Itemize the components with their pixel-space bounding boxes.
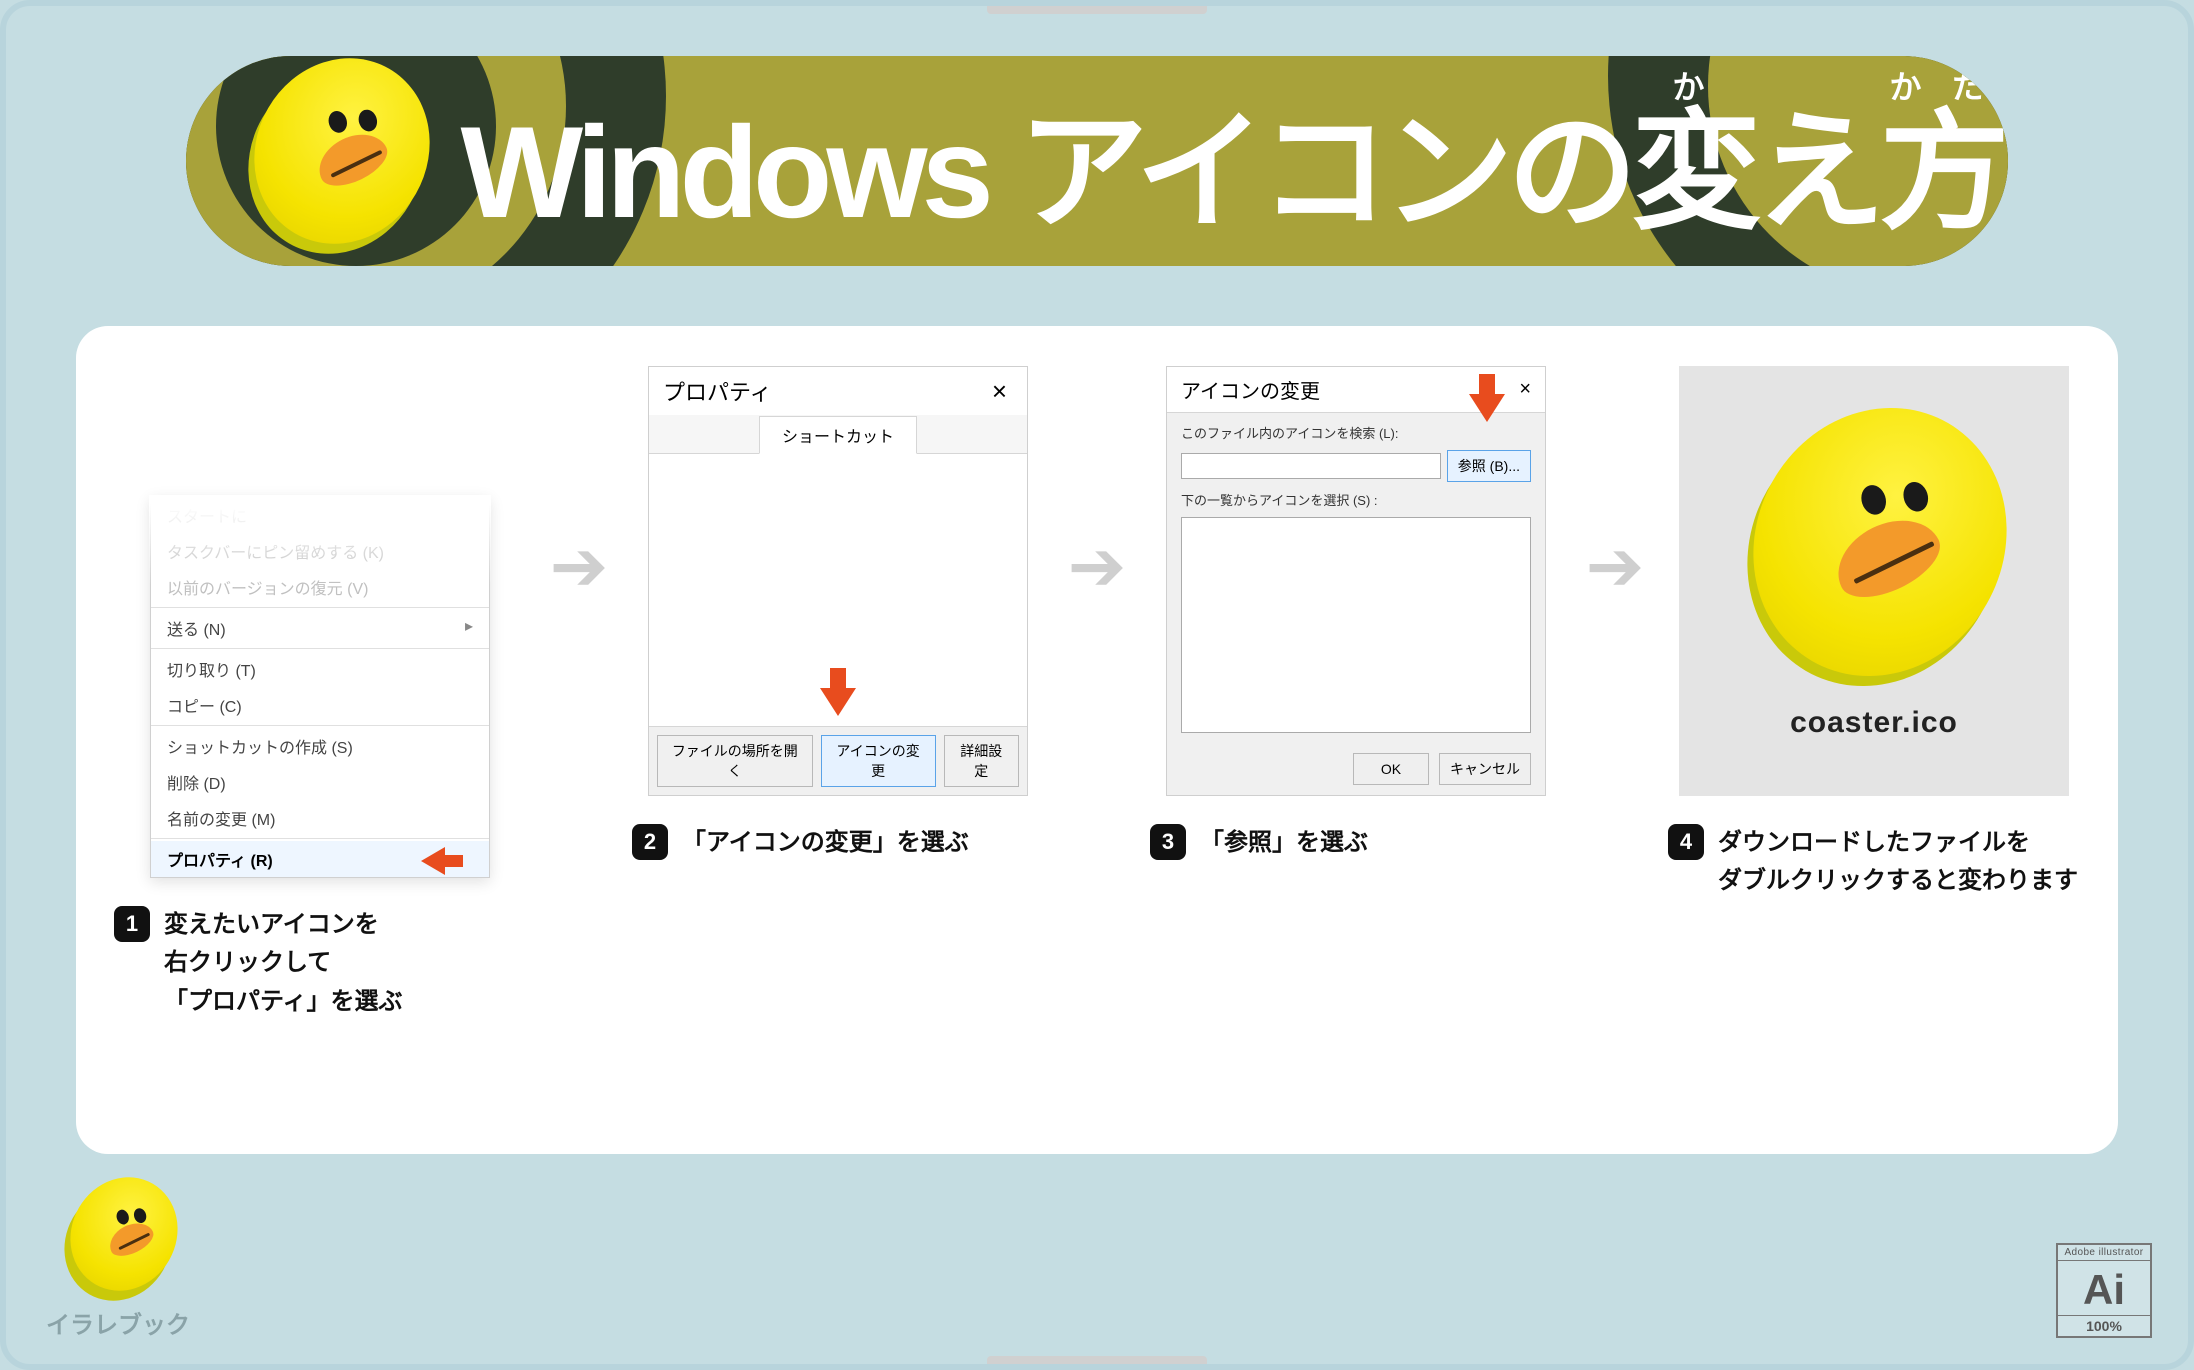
context-menu-item[interactable]: 以前のバージョンの復元 (V)	[151, 569, 489, 605]
footer-brand-text: イラレブック	[46, 1305, 190, 1340]
step-number-badge: 4	[1668, 824, 1704, 860]
step-caption: 「参照」を選ぶ	[1200, 824, 1368, 862]
context-menu-delete[interactable]: 削除 (D)	[151, 764, 489, 800]
step-1: スタートに タスクバーにピン留めする (K) 以前のバージョンの復元 (V) 送…	[106, 366, 534, 1021]
context-menu-cut[interactable]: 切り取り (T)	[151, 651, 489, 687]
footer-brand: イラレブック	[46, 1189, 190, 1340]
step-4: coaster.ico 4 ダウンロードしたファイルを ダブルクリックすると変わ…	[1660, 366, 2088, 901]
icon-path-input[interactable]	[1181, 453, 1441, 479]
advanced-button[interactable]: 詳細設定	[944, 735, 1019, 787]
step-caption: 「アイコンの変更」を選ぶ	[682, 824, 969, 862]
ai-zoom-badge: Adobe illustrator Ai 100%	[2056, 1243, 2152, 1338]
tab-shortcut[interactable]: ショートカット	[759, 416, 917, 454]
file-name: coaster.ico	[1790, 706, 1958, 740]
context-menu-create-shortcut[interactable]: ショットカットの作成 (S)	[151, 728, 489, 764]
result-file-card[interactable]: coaster.ico	[1679, 366, 2069, 796]
coaster-icon	[246, 71, 426, 251]
flow-arrow-icon: ➔	[544, 366, 614, 766]
banner-title-text: Windows アイコンの変かえ方かた	[456, 67, 2008, 255]
context-menu-send-to[interactable]: 送る (N) ▸	[151, 610, 489, 646]
context-menu-properties[interactable]: プロパティ (R)	[151, 841, 489, 877]
arrow-down-icon	[1469, 394, 1505, 422]
label-search-in-file: このファイル内のアイコンを検索 (L):	[1181, 423, 1531, 442]
dialog-title: プロパティ	[663, 375, 772, 407]
coaster-icon	[1744, 422, 2004, 682]
context-menu-item[interactable]: タスクバーにピン留めする (K)	[151, 533, 489, 569]
step-caption: 変えたいアイコンを 右クリックして 「プロパティ」を選ぶ	[164, 906, 403, 1021]
step-2: プロパティ × ショートカット ファイルの場所を開く アイコンの変更 詳細設定 …	[624, 366, 1052, 862]
title-banner: Windows アイコンの変かえ方かた	[186, 56, 2008, 266]
context-menu-rename[interactable]: 名前の変更 (M)	[151, 800, 489, 836]
change-icon-dialog: アイコンの変更 × このファイル内のアイコンを検索 (L): 参照 (B)...…	[1166, 366, 1546, 796]
window-bottom-handle	[987, 1356, 1207, 1364]
ok-button[interactable]: OK	[1353, 753, 1429, 785]
open-file-location-button[interactable]: ファイルの場所を開く	[657, 735, 813, 787]
change-icon-button[interactable]: アイコンの変更	[821, 735, 936, 787]
close-icon[interactable]: ×	[986, 376, 1013, 407]
arrow-left-icon	[421, 847, 445, 875]
browse-button[interactable]: 参照 (B)...	[1447, 450, 1531, 482]
coaster-icon	[63, 1189, 173, 1299]
cancel-button[interactable]: キャンセル	[1439, 753, 1531, 785]
label-select-from-list: 下の一覧からアイコンを選択 (S) :	[1181, 490, 1531, 509]
ai-zoom-level: 100%	[2058, 1315, 2150, 1336]
arrow-down-icon	[820, 688, 856, 716]
submenu-indicator-icon: ▸	[465, 616, 473, 636]
dialog-title: アイコンの変更	[1181, 375, 1320, 404]
steps-panel: スタートに タスクバーにピン留めする (K) 以前のバージョンの復元 (V) 送…	[76, 326, 2118, 1154]
window-top-handle	[987, 6, 1207, 14]
context-menu: スタートに タスクバーにピン留めする (K) 以前のバージョンの復元 (V) 送…	[150, 496, 490, 878]
context-menu-item[interactable]: スタートに	[151, 497, 489, 533]
step-number-badge: 2	[632, 824, 668, 860]
close-icon[interactable]: ×	[1519, 378, 1531, 401]
properties-dialog: プロパティ × ショートカット ファイルの場所を開く アイコンの変更 詳細設定	[648, 366, 1028, 796]
flow-arrow-icon: ➔	[1580, 366, 1650, 766]
step-3: アイコンの変更 × このファイル内のアイコンを検索 (L): 参照 (B)...…	[1142, 366, 1570, 862]
context-menu-copy[interactable]: コピー (C)	[151, 687, 489, 723]
flow-arrow-icon: ➔	[1062, 366, 1132, 766]
ai-brand-label: Adobe illustrator	[2058, 1245, 2150, 1261]
icon-listbox[interactable]	[1181, 517, 1531, 733]
step-number-badge: 3	[1150, 824, 1186, 860]
ai-logo-text: Ai	[2058, 1261, 2150, 1315]
step-number-badge: 1	[114, 906, 150, 942]
step-caption: ダウンロードしたファイルを ダブルクリックすると変わります	[1718, 824, 2078, 901]
